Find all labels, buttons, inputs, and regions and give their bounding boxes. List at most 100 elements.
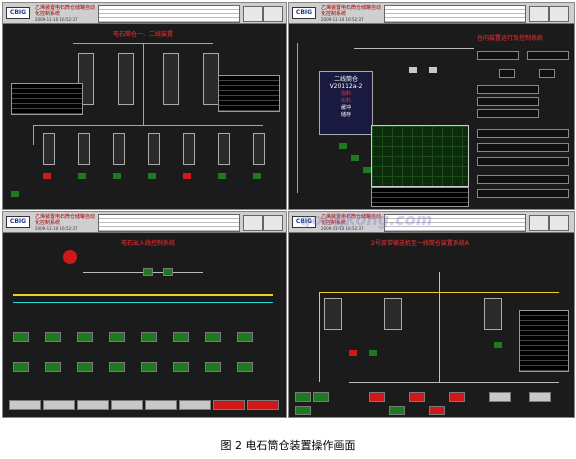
silo-upper[interactable]	[118, 53, 134, 105]
nav-button[interactable]	[263, 215, 283, 231]
feeder-unit[interactable]	[205, 362, 221, 372]
trend-chart[interactable]	[371, 125, 469, 187]
valve-idle[interactable]	[429, 67, 437, 73]
control-button[interactable]	[529, 392, 551, 402]
status-button[interactable]	[43, 400, 75, 410]
control-button[interactable]	[477, 175, 569, 184]
alarm-button[interactable]	[247, 400, 279, 410]
valve-run[interactable]	[113, 173, 121, 179]
feeder-unit[interactable]	[109, 362, 125, 372]
status-button[interactable]	[111, 400, 143, 410]
feeder-unit[interactable]	[205, 332, 221, 342]
valve-run[interactable]	[369, 350, 377, 356]
valve-run[interactable]	[163, 268, 173, 276]
feeder-unit[interactable]	[13, 362, 29, 372]
nav-button[interactable]	[263, 6, 283, 22]
control-button[interactable]	[295, 406, 311, 415]
valve-alarm[interactable]	[349, 350, 357, 356]
valve-run[interactable]	[78, 173, 86, 179]
screen-belt-system: CBIG 乙烯装置电石筒仓储罐自动化控制系统 2009-11-10 16:52:…	[288, 211, 575, 418]
feeder-unit[interactable]	[173, 332, 189, 342]
status-button[interactable]	[9, 400, 41, 410]
stop-button[interactable]	[409, 392, 425, 402]
nav-button[interactable]	[529, 215, 549, 231]
silo[interactable]	[183, 133, 195, 165]
silo[interactable]	[253, 133, 265, 165]
valve-run[interactable]	[253, 173, 261, 179]
silo[interactable]	[324, 298, 342, 330]
silo[interactable]	[43, 133, 55, 165]
control-button[interactable]	[477, 157, 569, 166]
stop-button[interactable]	[429, 406, 445, 415]
nav-button[interactable]	[243, 6, 263, 22]
valve-idle[interactable]	[409, 67, 417, 73]
status-button[interactable]	[179, 400, 211, 410]
alarm-list[interactable]	[98, 214, 240, 232]
feeder-unit[interactable]	[237, 332, 253, 342]
control-button[interactable]	[477, 85, 539, 94]
valve-run[interactable]	[11, 191, 19, 197]
silo-upper[interactable]	[203, 53, 219, 105]
valve-run[interactable]	[351, 155, 359, 161]
alarm-button[interactable]	[213, 400, 245, 410]
feeder-unit[interactable]	[141, 362, 157, 372]
control-button[interactable]	[477, 143, 569, 152]
valve-alarm[interactable]	[183, 173, 191, 179]
control-button[interactable]	[489, 392, 511, 402]
control-button[interactable]	[477, 51, 519, 60]
pipe	[354, 48, 474, 49]
status-button[interactable]	[145, 400, 177, 410]
fan-icon[interactable]	[63, 250, 77, 264]
feeder-unit[interactable]	[173, 362, 189, 372]
silo[interactable]	[384, 298, 402, 330]
stop-button[interactable]	[499, 69, 515, 78]
feeder-unit[interactable]	[13, 332, 29, 342]
feeder-unit[interactable]	[77, 362, 93, 372]
silo[interactable]	[484, 298, 502, 330]
nav-button[interactable]	[549, 6, 569, 22]
valve-run[interactable]	[218, 173, 226, 179]
nav-button[interactable]	[243, 215, 263, 231]
silo-status: 加料	[340, 91, 351, 97]
control-button[interactable]	[389, 406, 405, 415]
feeder-unit[interactable]	[77, 332, 93, 342]
feeder-unit[interactable]	[141, 332, 157, 342]
system-title: 乙烯装置电石筒仓储罐自动化控制系统	[321, 5, 382, 17]
screen-conveyor-line: CBIG 乙烯装置电石筒仓储罐自动化控制系统 2009-11-10 16:52:…	[2, 211, 287, 418]
valve-run[interactable]	[143, 268, 153, 276]
feeder-unit[interactable]	[45, 332, 61, 342]
alarm-list[interactable]	[98, 5, 240, 23]
valve-alarm[interactable]	[43, 173, 51, 179]
stop-button[interactable]	[539, 69, 555, 78]
datetime: 2009-11-10 16:52:37	[321, 17, 364, 22]
control-button[interactable]	[477, 189, 569, 198]
control-button[interactable]	[527, 51, 569, 60]
nav-button[interactable]	[549, 215, 569, 231]
silo[interactable]	[78, 133, 90, 165]
silo-block[interactable]: 二线筒仓 V20112a-2 加料 出料 缓冲 储存	[319, 71, 373, 135]
valve-run[interactable]	[148, 173, 156, 179]
valve-run[interactable]	[339, 143, 347, 149]
alarm-list[interactable]	[384, 5, 526, 23]
feeder-unit[interactable]	[237, 362, 253, 372]
company-logo: CBIG	[6, 216, 30, 228]
stop-button[interactable]	[449, 392, 465, 402]
valve-run[interactable]	[363, 167, 371, 173]
stop-button[interactable]	[369, 392, 385, 402]
system-title: 乙烯装置电石筒仓储罐自动化控制系统	[35, 5, 96, 17]
valve-run[interactable]	[494, 342, 502, 348]
control-button[interactable]	[295, 392, 311, 402]
control-button[interactable]	[477, 97, 539, 106]
nav-button[interactable]	[529, 6, 549, 22]
control-button[interactable]	[477, 129, 569, 138]
silo[interactable]	[148, 133, 160, 165]
silo-upper[interactable]	[163, 53, 179, 105]
silo[interactable]	[218, 133, 230, 165]
silo[interactable]	[113, 133, 125, 165]
control-button[interactable]	[313, 392, 329, 402]
control-button[interactable]	[477, 109, 539, 118]
silo-status: 缓冲	[340, 105, 351, 111]
feeder-unit[interactable]	[109, 332, 125, 342]
status-button[interactable]	[77, 400, 109, 410]
feeder-unit[interactable]	[45, 362, 61, 372]
